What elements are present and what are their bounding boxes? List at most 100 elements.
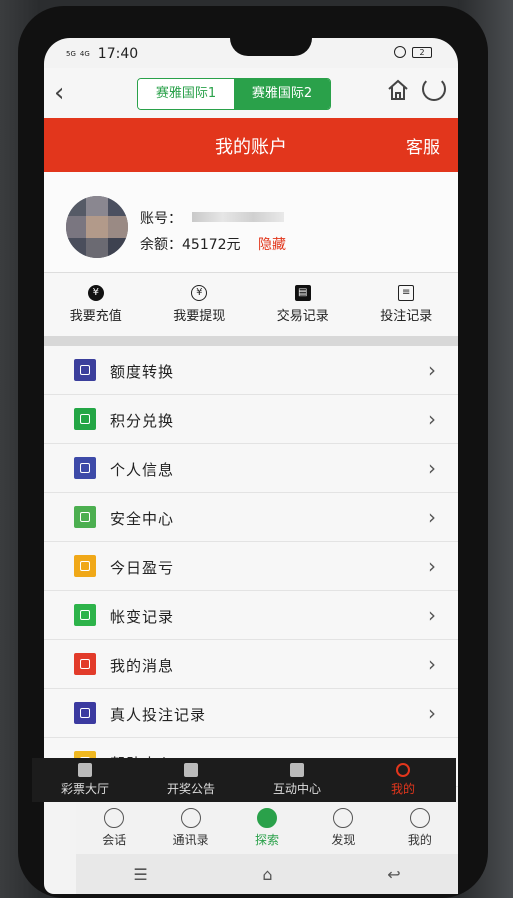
section-divider	[44, 336, 458, 346]
balance-label: 余额：	[140, 237, 182, 253]
leaf-icon	[257, 808, 278, 828]
menu-icon[interactable]: ☰	[133, 865, 147, 884]
deposit-label: 我要充值	[69, 309, 122, 324]
chevron-right-icon: ›	[428, 505, 436, 529]
tab-label: 互动中心	[272, 782, 321, 796]
menu-item-security-center[interactable]: 安全中心 ›	[44, 493, 458, 542]
tab-draw-results[interactable]: 开奖公告	[138, 758, 244, 802]
tab-discover[interactable]: 发现	[305, 802, 381, 854]
ledger-icon	[74, 604, 96, 626]
wallet-icon: ▤	[294, 285, 311, 301]
transfer-icon	[74, 359, 96, 381]
system-nav-bar: ☰ ⌂ ↩	[76, 854, 458, 894]
menu-item-points-exchange[interactable]: 积分兑换 ›	[44, 395, 458, 444]
tab-label: 发现	[331, 833, 356, 847]
tab-me[interactable]: 我的	[382, 802, 458, 854]
chevron-right-icon: ›	[428, 456, 436, 480]
document-icon: ≡	[398, 285, 415, 301]
tab-chats[interactable]: 会话	[76, 802, 152, 854]
battery-icon: 2	[412, 46, 432, 58]
menu-item-label: 帐变记录	[110, 608, 175, 626]
gift-icon	[290, 763, 304, 777]
home-icon[interactable]	[386, 78, 410, 102]
menu-item-label: 安全中心	[110, 510, 175, 528]
host-app-tab-bar: 会话 通讯录 探索 发现 我的	[76, 802, 458, 854]
coins-icon	[74, 408, 96, 430]
signal-4g: 4G	[79, 50, 90, 58]
tab-site-1[interactable]: 赛雅国际1	[138, 79, 234, 109]
balance-value: 45172元	[182, 237, 241, 253]
menu-item-label: 额度转换	[110, 363, 175, 381]
top-nav: ‹ 赛雅国际1 赛雅国际2	[44, 68, 458, 118]
menu-item-label: 个人信息	[110, 461, 175, 479]
signal-5g: 5G	[66, 50, 76, 58]
tab-contacts[interactable]: 通讯录	[152, 802, 228, 854]
tab-label: 会话	[102, 833, 127, 847]
bet-records-button[interactable]: ≡ 投注记录	[355, 273, 459, 337]
shield-icon	[74, 506, 96, 528]
status-time: 17:40	[97, 46, 139, 62]
person-icon	[409, 808, 430, 828]
chevron-right-icon: ›	[428, 603, 436, 627]
compass-icon	[333, 808, 354, 828]
message-icon	[74, 653, 96, 675]
camera-notch	[230, 38, 312, 56]
alarm-icon	[394, 46, 406, 58]
site-switcher: 赛雅国际1 赛雅国际2	[137, 78, 331, 110]
tab-lottery-hall[interactable]: 彩票大厅	[32, 758, 138, 802]
app-tab-bar: 彩票大厅 开奖公告 互动中心 我的	[32, 758, 456, 802]
home-button-icon[interactable]: ⌂	[262, 865, 272, 884]
menu-item-label: 今日盈亏	[110, 559, 175, 577]
tab-interaction-center[interactable]: 互动中心	[244, 758, 350, 802]
tab-mine[interactable]: 我的	[350, 758, 456, 802]
user-icon	[74, 457, 96, 479]
home-icon	[78, 763, 92, 777]
quick-actions: ¥ 我要充值 ¥ 我要提现 ▤ 交易记录 ≡ 投注记录	[44, 272, 458, 337]
chevron-right-icon: ›	[428, 407, 436, 431]
tab-label: 通讯录	[172, 833, 209, 847]
menu-item-account-changes[interactable]: 帐变记录 ›	[44, 591, 458, 640]
tab-label: 探索	[255, 833, 280, 847]
user-icon	[396, 763, 410, 777]
hide-balance-link[interactable]: 隐藏	[258, 234, 286, 254]
account-card: 账号： 余额：45172元 隐藏	[44, 172, 458, 272]
chevron-right-icon: ›	[428, 554, 436, 578]
database-icon	[74, 555, 96, 577]
menu-item-label: 我的消息	[110, 657, 175, 675]
menu-item-my-messages[interactable]: 我的消息 ›	[44, 640, 458, 689]
tab-label: 我的	[390, 782, 415, 796]
yuan-icon: ¥	[87, 285, 104, 301]
account-label: 账号：	[140, 211, 182, 227]
chat-bubble-icon	[104, 808, 125, 828]
transaction-records-button[interactable]: ▤ 交易记录	[251, 273, 355, 337]
customer-service-link[interactable]: 客服	[406, 133, 440, 158]
chevron-right-icon: ›	[428, 358, 436, 382]
withdraw-icon: ¥	[191, 285, 208, 301]
tab-site-2[interactable]: 赛雅国际2	[234, 79, 330, 109]
refresh-icon[interactable]	[422, 77, 446, 101]
tab-label: 彩票大厅	[60, 782, 109, 796]
bet-records-label: 投注记录	[380, 309, 433, 324]
account-number-redacted	[192, 212, 284, 222]
menu-item-personal-info[interactable]: 个人信息 ›	[44, 444, 458, 493]
menu-item-quota-transfer[interactable]: 额度转换 ›	[44, 346, 458, 395]
tab-label: 我的	[407, 833, 432, 847]
swap-icon	[184, 763, 198, 777]
back-button-icon[interactable]: ↩	[387, 865, 400, 884]
page-header: 我的账户 客服	[44, 118, 458, 172]
menu-item-live-bet-records[interactable]: 真人投注记录 ›	[44, 689, 458, 738]
contacts-icon	[180, 808, 201, 828]
menu-item-label: 真人投注记录	[110, 706, 207, 724]
clipboard-icon	[74, 702, 96, 724]
deposit-button[interactable]: ¥ 我要充值	[44, 273, 148, 337]
withdraw-button[interactable]: ¥ 我要提现	[148, 273, 252, 337]
chevron-right-icon: ›	[428, 652, 436, 676]
menu-item-today-pnl[interactable]: 今日盈亏 ›	[44, 542, 458, 591]
avatar[interactable]	[66, 196, 128, 258]
transaction-records-label: 交易记录	[276, 309, 329, 324]
tab-label: 开奖公告	[166, 782, 215, 796]
back-icon[interactable]: ‹	[54, 80, 64, 106]
tab-explore[interactable]: 探索	[229, 802, 305, 854]
menu-item-label: 积分兑换	[110, 412, 175, 430]
page-title: 我的账户	[215, 137, 287, 158]
